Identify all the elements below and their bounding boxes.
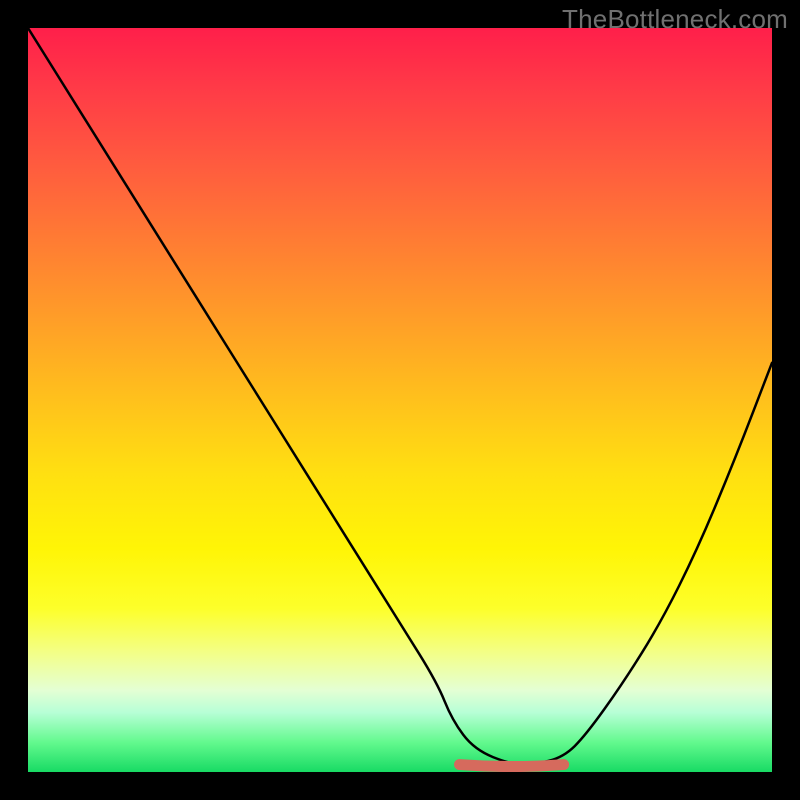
chart-frame: TheBottleneck.com <box>0 0 800 800</box>
plot-area <box>28 28 772 772</box>
watermark-text: TheBottleneck.com <box>562 4 788 35</box>
flat-region-marker <box>460 765 564 767</box>
curve-layer <box>28 28 772 772</box>
bottleneck-curve <box>28 28 772 765</box>
